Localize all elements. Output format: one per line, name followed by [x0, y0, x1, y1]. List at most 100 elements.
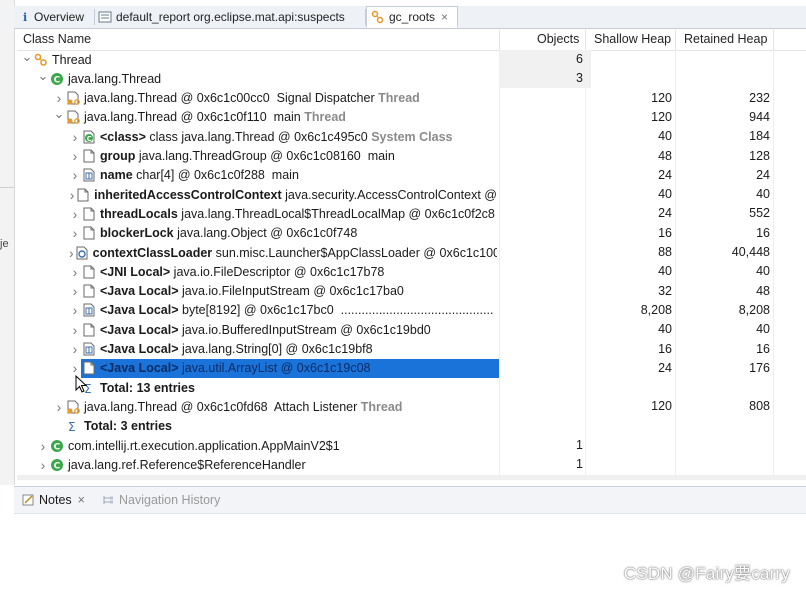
class-name-cell: › contextClassLoader sun.misc.Launcher$Ap… [69, 243, 497, 262]
table-header: Class Name Objects Shallow Heap Retained… [17, 30, 806, 51]
gc-roots-icon [371, 10, 385, 24]
type-suffix: System Class [371, 129, 453, 144]
object-label: java.lang.String[0] @ 0x6c1c19bf8 [178, 342, 373, 356]
field-name: blockerLock [100, 226, 174, 241]
loader-icon [74, 245, 90, 261]
report-icon [98, 11, 112, 23]
type-suffix: Thread [360, 399, 403, 414]
objects-cell: 1 [576, 438, 583, 452]
table-row[interactable]: › <Java Local> java.io.FileInputStream @ … [17, 282, 806, 301]
column-shallow-heap[interactable]: Shallow Heap [594, 30, 671, 50]
table-row[interactable]: › Cjava.lang.ref.Reference$ReferenceHandl… [17, 455, 806, 474]
chevron-right-icon[interactable]: › [53, 397, 65, 416]
chevron-right-icon[interactable]: › [69, 127, 81, 146]
object-label: java.io.FileDescriptor @ 0x6c1c17b78 [170, 264, 385, 279]
table-row[interactable]: › java.lang.Thread @ 0x6c1c00cc0 Signal D… [17, 89, 806, 108]
table-row[interactable]: ⌄ Thread 6 [17, 50, 806, 69]
tab-navigation-history[interactable]: Navigation History [100, 491, 220, 509]
table-row[interactable]: › threadLocals java.lang.ThreadLocal$Thre… [17, 204, 806, 223]
chevron-right-icon[interactable]: › [69, 204, 81, 223]
class-name-cell: Σ Total: 13 entries [69, 378, 497, 397]
column-divider [675, 30, 676, 50]
table-row[interactable]: › inheritedAccessControlContext java.secu… [17, 185, 806, 204]
chevron-right-icon[interactable]: › [69, 262, 81, 281]
object-icon [81, 283, 97, 299]
table-row[interactable]: › <Java Local> java.io.BufferedInputStrea… [17, 320, 806, 339]
table-row[interactable]: › blockerLock java.lang.Object @ 0x6c1c0f… [17, 224, 806, 243]
objects-cell: 3 [576, 71, 583, 86]
field-name: inheritedAccessControlContext [94, 187, 282, 202]
table-row[interactable]: ⌄ Cjava.lang.Thread 3 [17, 69, 806, 89]
table-row[interactable]: › <JNI Local> java.io.FileDescriptor @ 0x… [17, 262, 806, 281]
chevron-down-icon[interactable]: ⌄ [53, 108, 65, 124]
chevron-right-icon[interactable]: › [69, 301, 81, 320]
thread-object-icon [65, 109, 81, 125]
shallow-heap-cell: 24 [658, 206, 672, 221]
watermark: CSDN @Fairy要carry [623, 564, 790, 583]
object-label: com.intellij.rt.execution.application.Ap… [68, 438, 340, 453]
tab-notes[interactable]: Notes × [20, 491, 85, 509]
column-objects[interactable]: Objects [537, 30, 579, 50]
object-label: java.lang.ref.Reference$ReferenceHandler [68, 457, 306, 472]
field-name: Total: 3 entries [84, 419, 172, 434]
object-label: Thread [52, 52, 92, 67]
chevron-right-icon[interactable]: › [69, 340, 81, 359]
shallow-heap-cell: 8,208 [640, 302, 672, 317]
table-row[interactable]: › contextClassLoader sun.misc.Launcher$Ap… [17, 243, 806, 262]
table-row[interactable]: › group java.lang.ThreadGroup @ 0x6c1c081… [17, 147, 806, 166]
object-label: java.security.AccessControlContext @ [281, 187, 497, 202]
navigation-history-icon [100, 492, 116, 508]
shallow-heap-cell: 32 [658, 283, 672, 298]
object-label: java.lang.Thread @ 0x6c1c0f110 main [84, 110, 305, 125]
table-row[interactable]: ⌄ java.lang.Thread @ 0x6c1c0f110 main Thr… [17, 108, 806, 127]
chevron-right-icon[interactable]: › [69, 282, 81, 301]
table-row[interactable]: › C <class> class java.lang.Thread @ 0x6c1… [17, 127, 806, 146]
object-icon [81, 360, 97, 376]
object-label: sun.misc.Launcher$AppClassLoader @ 0x6c1… [212, 245, 497, 260]
class-name-cell: ⌄ java.lang.Thread @ 0x6c1c0f110 main Thr… [53, 108, 497, 127]
class-name-cell: › <Java Local> java.io.FileInputStream @ … [69, 282, 497, 301]
table-row[interactable]: › java.lang.Thread @ 0x6c1c0fd68 Attach L… [17, 397, 806, 416]
chevron-down-icon[interactable]: ⌄ [21, 50, 33, 66]
table-row[interactable]: › <Java Local> java.lang.String[0] @ 0x6c… [17, 340, 806, 359]
chevron-right-icon[interactable]: › [69, 320, 81, 339]
chevron-right-icon[interactable]: › [69, 166, 81, 185]
tab-overview[interactable]: i Overview [20, 6, 84, 28]
table-row[interactable]: › <Java Local> byte[8192] @ 0x6c1c17bc0 .… [17, 301, 806, 320]
column-class-name[interactable]: Class Name [23, 30, 91, 50]
table-row[interactable]: › Ccom.intellij.rt.execution.application.… [17, 436, 806, 455]
gc-roots-tree-table: Class Name Objects Shallow Heap Retained… [17, 30, 806, 480]
left-pane-edge: je [0, 0, 15, 485]
class-name-cell: ⌄ Thread [21, 50, 497, 69]
chevron-right-icon[interactable]: › [69, 224, 81, 243]
editor-tab-bar: i Overview default_report org.eclipse.ma… [14, 6, 806, 29]
tab-gc-roots[interactable]: gc_roots × [366, 6, 458, 28]
shallow-heap-cell: 40 [658, 322, 672, 337]
field-name: <Java Local> [100, 361, 179, 376]
field-name: threadLocals [100, 206, 178, 221]
shallow-heap-cell: 40 [658, 129, 672, 144]
table-row[interactable]: › <Java Local> java.util.ArrayList @ 0x6c… [17, 358, 806, 378]
chevron-down-icon[interactable]: ⌄ [37, 69, 49, 85]
retained-heap-cell: 40 [756, 322, 770, 337]
info-icon: i [20, 11, 30, 23]
horizontal-scrollbar[interactable] [17, 475, 806, 480]
retained-heap-cell: 40 [756, 264, 770, 279]
object-icon [81, 148, 97, 164]
field-name: <Java Local> [100, 322, 179, 337]
close-icon[interactable]: × [441, 10, 448, 24]
column-retained-heap[interactable]: Retained Heap [684, 30, 767, 50]
class-name-cell: › java.lang.Thread @ 0x6c1c00cc0 Signal D… [53, 89, 497, 108]
class-name-cell: ⌄ Cjava.lang.Thread [37, 69, 497, 88]
table-row[interactable]: › name char[4] @ 0x6c1c0f288 main 24 24 [17, 166, 806, 185]
object-label: char[4] @ 0x6c1c0f288 main [132, 168, 299, 183]
close-icon[interactable]: × [78, 493, 85, 507]
object-icon [75, 187, 91, 203]
tab-default-report[interactable]: default_report org.eclipse.mat.api:suspe… [98, 6, 345, 28]
svg-text:C: C [54, 75, 61, 85]
chevron-right-icon[interactable]: › [53, 89, 65, 108]
array-icon [81, 302, 97, 318]
chevron-right-icon[interactable]: › [37, 455, 49, 474]
chevron-right-icon[interactable]: › [69, 147, 81, 166]
chevron-right-icon[interactable]: › [37, 436, 49, 455]
